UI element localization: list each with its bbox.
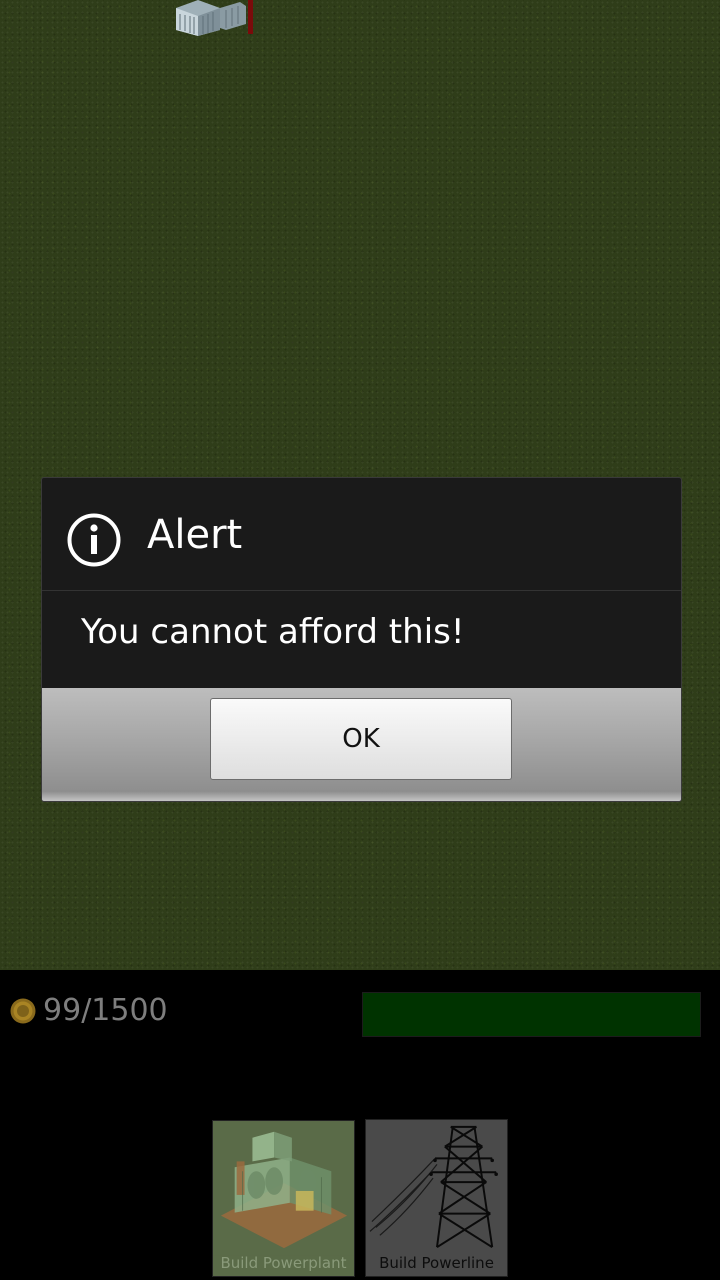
game-screen: Alert You cannot afford this! OK 99/1500 bbox=[0, 0, 720, 1280]
powerplant-icon bbox=[213, 1121, 354, 1256]
dialog-header: Alert bbox=[42, 478, 681, 591]
power-bar bbox=[362, 992, 701, 1037]
build-powerplant-button[interactable]: Build Powerplant bbox=[212, 1120, 355, 1277]
bottom-hud: 99/1500 Build Powerplant Build Powerline bbox=[0, 970, 720, 1280]
ok-button[interactable]: OK bbox=[210, 698, 512, 780]
money-max: 1500 bbox=[91, 993, 168, 1028]
dialog-message: You cannot afford this! bbox=[81, 612, 465, 652]
city-building-icon[interactable] bbox=[168, 0, 258, 36]
dialog-title: Alert bbox=[147, 512, 243, 558]
coin-icon bbox=[10, 998, 36, 1024]
build-powerline-label: Build Powerline bbox=[379, 1254, 494, 1272]
powerline-tower-icon bbox=[366, 1120, 507, 1255]
money-separator: / bbox=[81, 993, 92, 1028]
alert-dialog: Alert You cannot afford this! OK bbox=[41, 477, 682, 802]
build-powerline-button[interactable]: Build Powerline bbox=[365, 1119, 508, 1277]
dialog-button-bar: OK bbox=[42, 688, 681, 801]
build-powerplant-label: Build Powerplant bbox=[220, 1254, 347, 1272]
power-bar-fill bbox=[363, 993, 700, 1036]
info-icon bbox=[67, 513, 121, 567]
money-counter: 99/1500 bbox=[43, 992, 168, 1030]
money-current: 99 bbox=[43, 993, 82, 1028]
